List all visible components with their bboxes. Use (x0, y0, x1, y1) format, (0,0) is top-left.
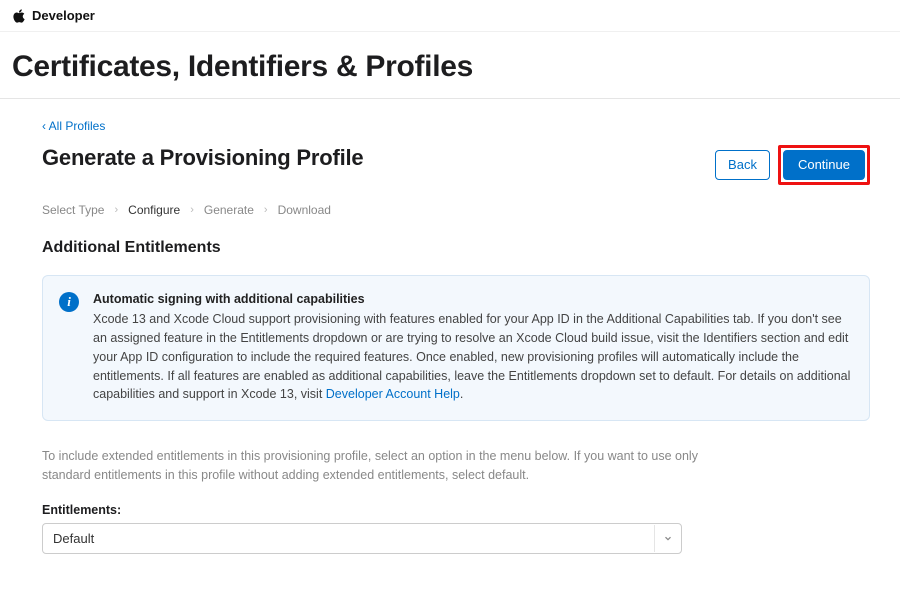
page-title: Certificates, Identifiers & Profiles (12, 50, 888, 84)
header-row: Generate a Provisioning Profile Back Con… (42, 145, 870, 185)
step-configure[interactable]: Configure (128, 203, 180, 217)
section-title: Additional Entitlements (42, 239, 870, 257)
continue-button[interactable]: Continue (783, 150, 865, 180)
chevron-right-icon: › (114, 204, 118, 216)
entitlements-select[interactable]: Default (42, 523, 682, 554)
info-box: i Automatic signing with additional capa… (42, 275, 870, 422)
info-body: Automatic signing with additional capabi… (93, 290, 853, 405)
top-nav: Developer (0, 0, 900, 32)
step-select-type[interactable]: Select Type (42, 203, 104, 217)
developer-help-link[interactable]: Developer Account Help (326, 387, 460, 401)
all-profiles-link[interactable]: ‹ All Profiles (42, 119, 105, 133)
page-title-bar: Certificates, Identifiers & Profiles (0, 32, 900, 99)
info-text-1: Xcode 13 and Xcode Cloud support provisi… (93, 312, 850, 401)
apple-logo-icon[interactable] (12, 9, 26, 23)
action-buttons: Back Continue (715, 145, 870, 185)
step-generate: Generate (204, 203, 254, 217)
step-download: Download (278, 203, 331, 217)
chevron-right-icon: › (264, 204, 268, 216)
info-title: Automatic signing with additional capabi… (93, 290, 853, 309)
continue-highlight: Continue (778, 145, 870, 185)
content-area: ‹ All Profiles Generate a Provisioning P… (0, 99, 900, 594)
brand-label[interactable]: Developer (32, 8, 95, 23)
helper-text: To include extended entitlements in this… (42, 447, 702, 485)
info-text-2: . (460, 387, 463, 401)
entitlements-label: Entitlements: (42, 503, 870, 517)
wizard-steps: Select Type › Configure › Generate › Dow… (42, 203, 870, 217)
entitlements-select-wrap: Default (42, 523, 682, 554)
info-icon: i (59, 292, 79, 312)
subpage-title: Generate a Provisioning Profile (42, 145, 363, 171)
back-button[interactable]: Back (715, 150, 770, 180)
chevron-right-icon: › (190, 204, 194, 216)
